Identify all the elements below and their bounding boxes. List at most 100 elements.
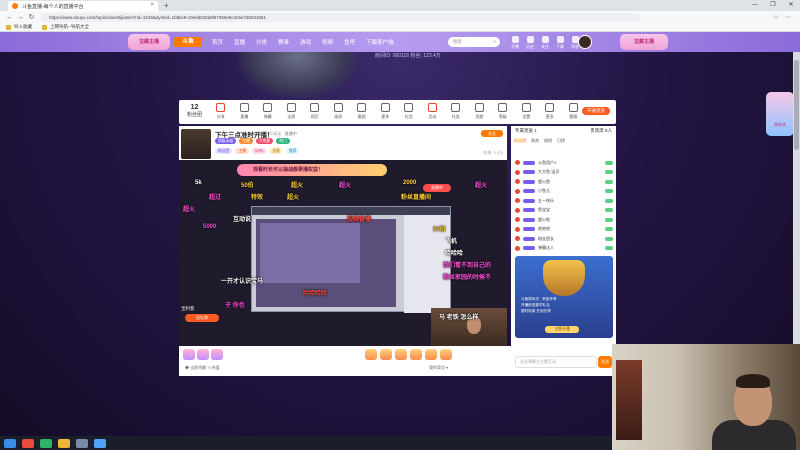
video-area[interactable]: 观看时长可以抽战舰录播权益！ 直播中 5k 50伯 超火 超火 2000 超火 …: [179, 160, 507, 346]
browser-icon[interactable]: [22, 438, 34, 448]
noble-button[interactable]: 开通贵族: [582, 107, 610, 115]
fan-count[interactable]: 12 粉丝团: [187, 104, 202, 118]
gift-item-icon[interactable]: [365, 349, 377, 360]
nav-download[interactable]: 下载客户端: [366, 38, 394, 46]
url-input[interactable]: https://www.douyu.com/topic/xiaoshijianl…: [41, 12, 641, 22]
forward-icon[interactable]: →: [15, 14, 26, 21]
vip-seats[interactable]: 贵宾席 8人: [590, 128, 612, 134]
promo-banner-left[interactable]: 宝藏主播: [128, 34, 170, 50]
noble-promo-card[interactable]: 斗鱼周年庆 · 贵族专享 开通即送豪华礼包 限时特惠 先到先得 立即开通: [515, 256, 613, 338]
scrollbar-thumb[interactable]: [794, 60, 799, 150]
gift-item-icon[interactable]: [395, 349, 407, 360]
menu-icon[interactable]: ⋯: [782, 14, 794, 21]
list-item[interactable]: 大大鱼-宝贝: [515, 168, 613, 178]
stream-badge[interactable]: 粉丝团: [215, 148, 233, 154]
gift-item-icon[interactable]: [211, 349, 223, 360]
list-item[interactable]: 小鱼儿: [515, 187, 613, 197]
tab-week-rank[interactable]: 周榜: [544, 138, 552, 146]
search-icon[interactable]: ⌕: [493, 37, 496, 47]
list-item[interactable]: 超火啦: [515, 215, 613, 225]
list-item[interactable]: 超火鱼: [515, 177, 613, 187]
chat-input[interactable]: 发送弹幕与主播互动: [515, 356, 597, 368]
noble-count[interactable]: 专属贵族 1: [515, 128, 537, 134]
store-icon[interactable]: [94, 438, 106, 448]
toolbar-item[interactable]: 弹幕: [256, 103, 280, 120]
gift-item-icon[interactable]: [183, 349, 195, 360]
nav-games[interactable]: 游戏: [300, 38, 311, 46]
stream-tag[interactable]: 超级英雄: [215, 138, 237, 144]
nav-events[interactable]: 赛事: [278, 38, 289, 46]
toolbar-item[interactable]: 更多: [538, 103, 562, 120]
toolbar-item[interactable]: 贡献: [468, 103, 492, 120]
nav-category[interactable]: 分类: [256, 38, 267, 46]
header-icon-broadcast[interactable]: 开播: [508, 36, 522, 50]
gift-item-icon[interactable]: [440, 349, 452, 360]
reload-icon[interactable]: ↻: [26, 13, 37, 21]
toolbar-item[interactable]: 直播: [233, 103, 257, 120]
balance-text[interactable]: ◆ 当前余额: 0 充值: [185, 365, 220, 371]
list-item[interactable]: 五一快乐: [515, 196, 613, 206]
star-icon[interactable]: ☆: [770, 14, 782, 21]
bookmark-nav[interactable]: 上网导航--导航大全: [42, 24, 89, 30]
maximize-icon[interactable]: ❐: [764, 0, 782, 11]
promo-button[interactable]: 立即开通: [545, 326, 579, 333]
gift-item-icon[interactable]: [380, 349, 392, 360]
list-item[interactable]: 弹幕达人: [515, 244, 613, 254]
list-item[interactable]: 粉丝团长: [515, 234, 613, 244]
bookmark-import[interactable]: 导入收藏: [6, 24, 32, 30]
toolbar-item[interactable]: 礼包: [397, 103, 421, 120]
stream-tag[interactable]: 大明星: [255, 138, 274, 144]
header-icon-download[interactable]: 下载: [553, 36, 567, 50]
close-window-icon[interactable]: ✕: [782, 0, 800, 11]
tab-close-icon[interactable]: ×: [150, 2, 154, 8]
minimize-icon[interactable]: —: [746, 0, 764, 11]
site-logo[interactable]: 斗鱼: [174, 37, 202, 47]
backpack-text[interactable]: 我的背包 ▾: [429, 365, 448, 371]
stream-badge[interactable]: VIP5: [251, 148, 267, 154]
header-icon-history[interactable]: 历史: [523, 36, 537, 50]
stream-badge[interactable]: 主播: [235, 148, 249, 154]
tab-fan-rank[interactable]: 粉丝榜: [514, 138, 526, 146]
toolbar-item[interactable]: 画质: [327, 103, 351, 120]
new-tab-icon[interactable]: +: [164, 1, 169, 10]
nav-videos[interactable]: 视频: [322, 38, 333, 46]
search-input[interactable]: 搜索 ⌕: [448, 37, 500, 47]
toolbar-item[interactable]: 更多: [374, 103, 398, 120]
tab-vip[interactable]: 贵宾: [531, 138, 539, 146]
nav-home[interactable]: 首页: [212, 38, 223, 46]
toolbar-item[interactable]: 活动: [421, 103, 445, 120]
browser-tab[interactable]: 斗鱼直播-每个人的直播平台 ×: [8, 1, 158, 11]
folder-icon[interactable]: [58, 438, 70, 448]
toolbar-item[interactable]: 截图: [350, 103, 374, 120]
anchor-avatar[interactable]: [181, 129, 211, 159]
stream-badge[interactable]: 推荐: [285, 148, 300, 154]
gift-item-icon[interactable]: [425, 349, 437, 360]
send-button[interactable]: 发送: [598, 356, 612, 368]
toolbar-item[interactable]: 网页: [303, 103, 327, 120]
back-icon[interactable]: ←: [4, 14, 15, 21]
toolbar-item[interactable]: 全屏: [280, 103, 304, 120]
gift-item-icon[interactable]: [410, 349, 422, 360]
list-item[interactable]: 斗鱼用户1: [515, 158, 613, 168]
toolbar-item[interactable]: 设置: [515, 103, 539, 120]
stream-badge[interactable]: 直播: [269, 148, 283, 154]
follow-button[interactable]: 关注: [481, 130, 503, 137]
user-avatar[interactable]: [578, 35, 592, 49]
list-item[interactable]: 哈哈哈: [515, 225, 613, 235]
nav-fishbar[interactable]: 鱼吧: [344, 38, 355, 46]
nav-live[interactable]: 直播: [234, 38, 245, 46]
start-icon[interactable]: [4, 438, 16, 448]
chat-app-icon[interactable]: [40, 438, 52, 448]
gift-item-icon[interactable]: [197, 349, 209, 360]
toolbar-item[interactable]: 等级: [491, 103, 515, 120]
stream-tag[interactable]: 主播: [239, 138, 253, 144]
toolbar-item[interactable]: 任务: [444, 103, 468, 120]
list-item[interactable]: 鱼宝宝: [515, 206, 613, 216]
toolbar-item[interactable]: 分享: [209, 103, 233, 120]
promo-banner-right[interactable]: 宝藏主播: [620, 34, 668, 50]
tab-day-rank[interactable]: 日榜: [557, 138, 565, 146]
settings-icon[interactable]: [76, 438, 88, 448]
header-icon-follow[interactable]: 关注: [538, 36, 552, 50]
send-gift-button[interactable]: 送礼物: [185, 314, 219, 322]
side-promo-widget[interactable]: 周年庆: [766, 92, 794, 136]
